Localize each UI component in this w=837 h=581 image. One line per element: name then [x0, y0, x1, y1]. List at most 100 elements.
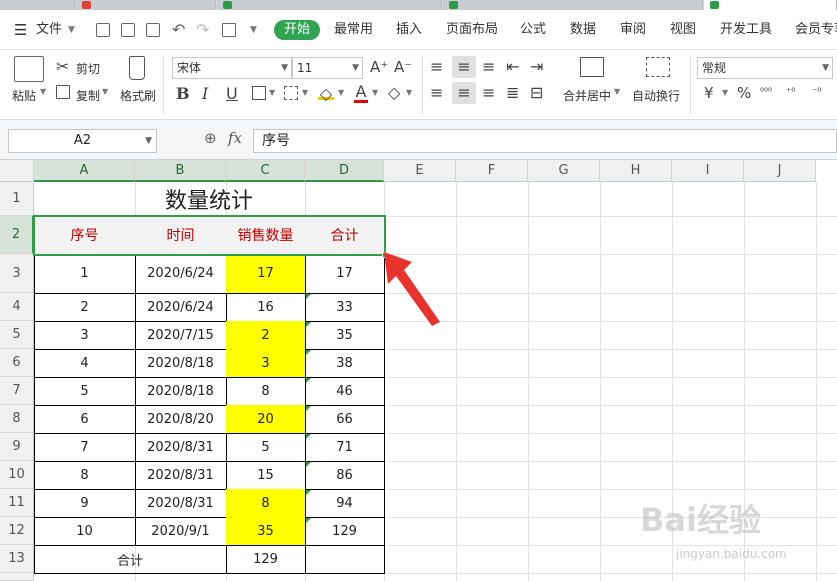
chevron-down-icon[interactable]: ▼	[302, 88, 308, 97]
table-cell[interactable]: 2020/6/24	[135, 293, 226, 321]
column-header-e[interactable]: E	[384, 160, 456, 182]
table-cell[interactable]: 6	[34, 405, 135, 433]
column-header-g[interactable]: G	[528, 160, 600, 182]
header-cell[interactable]: 销售数量	[226, 216, 305, 254]
bold-icon[interactable]: B	[176, 86, 190, 102]
align-top-icon[interactable]: ≡	[430, 59, 443, 75]
table-cell[interactable]: 46	[305, 377, 384, 405]
align-left-icon[interactable]: ≡	[430, 85, 443, 101]
table-cell[interactable]: 16	[226, 293, 305, 321]
row-header-5[interactable]: 5	[0, 321, 34, 349]
table-cell[interactable]: 7	[34, 433, 135, 461]
column-header-h[interactable]: H	[600, 160, 672, 182]
tab-page-layout[interactable]: 页面布局	[446, 21, 498, 39]
table-cell[interactable]: 9	[34, 489, 135, 517]
scissors-icon[interactable]: ✂	[56, 59, 69, 75]
row-header-6[interactable]: 6	[0, 349, 34, 377]
chevron-down-icon[interactable]: ▼	[614, 87, 620, 96]
increase-decimal-icon[interactable]: ⁺⁰	[786, 85, 795, 101]
table-cell[interactable]: 129	[305, 517, 384, 545]
table-cell[interactable]	[305, 545, 384, 573]
chevron-down-icon[interactable]: ▼	[102, 87, 108, 96]
total-value-cell[interactable]: 129	[226, 545, 305, 573]
error-indicator-icon[interactable]	[306, 322, 311, 327]
table-cell[interactable]: 2020/8/31	[135, 433, 226, 461]
table-cell[interactable]: 86	[305, 461, 384, 489]
table-cell[interactable]: 1	[34, 254, 135, 293]
table-cell[interactable]: 8	[226, 377, 305, 405]
table-cell[interactable]: 3	[226, 349, 305, 377]
tab-view[interactable]: 视图	[670, 21, 696, 39]
table-cell[interactable]: 15	[226, 461, 305, 489]
table-cell[interactable]: 33	[305, 293, 384, 321]
increase-font-icon[interactable]: A⁺	[370, 59, 388, 75]
eraser-icon[interactable]: ◇	[388, 85, 400, 101]
font-size-select[interactable]: 11 ▼	[292, 57, 363, 79]
decrease-font-icon[interactable]: A⁻	[394, 59, 412, 75]
row-header-11[interactable]: 11	[0, 489, 34, 517]
fx-icon[interactable]: fx	[228, 129, 242, 147]
justify-icon[interactable]: ≣	[506, 85, 519, 101]
percent-button[interactable]: %	[737, 85, 751, 101]
customize-toolbar-icon[interactable]: ▼	[250, 21, 257, 39]
cut-button[interactable]: 剪切	[76, 60, 100, 77]
sheet-title[interactable]: 数量统计	[34, 182, 384, 216]
table-cell[interactable]: 20	[226, 405, 305, 433]
open-folder-icon[interactable]	[222, 23, 236, 37]
chevron-down-icon[interactable]: ▼	[40, 87, 46, 96]
chevron-down-icon[interactable]: ▼	[406, 88, 412, 97]
table-cell[interactable]: 5	[226, 433, 305, 461]
fill-style-icon[interactable]	[284, 86, 298, 100]
error-indicator-icon[interactable]	[306, 294, 311, 299]
chevron-down-icon[interactable]: ▼	[372, 88, 378, 97]
table-cell[interactable]: 17	[305, 254, 384, 293]
error-indicator-icon[interactable]	[306, 350, 311, 355]
row-header-4[interactable]: 4	[0, 293, 34, 321]
number-format-select[interactable]: 常规 ▼	[697, 57, 833, 79]
align-right-icon[interactable]: ≡	[482, 85, 495, 101]
wrap-text-button[interactable]: 自动换行	[632, 87, 680, 104]
error-indicator-icon[interactable]	[306, 490, 311, 495]
table-cell[interactable]: 2020/8/18	[135, 349, 226, 377]
copy-icon[interactable]	[56, 85, 70, 99]
error-indicator-icon[interactable]	[306, 406, 311, 411]
error-indicator-icon[interactable]	[306, 434, 311, 439]
spreadsheet-grid[interactable]: ABCDEFGHIJ 1 2 3 4 5 6 7 8 9 10 11 12 13 数量统计 序号 时间 销售…	[0, 160, 837, 581]
row-header-10[interactable]: 10	[0, 461, 34, 489]
fill-color-icon[interactable]: ◇	[318, 86, 334, 102]
border-icon[interactable]	[252, 86, 266, 100]
font-name-select[interactable]: 宋体 ▼	[172, 57, 292, 79]
table-cell[interactable]: 2020/8/20	[135, 405, 226, 433]
row-header-7[interactable]: 7	[0, 377, 34, 405]
column-header-j[interactable]: J	[744, 160, 816, 182]
table-cell[interactable]: 38	[305, 349, 384, 377]
error-indicator-icon[interactable]	[306, 462, 311, 467]
italic-icon[interactable]: I	[202, 86, 208, 102]
document-tab[interactable]	[76, 0, 216, 10]
table-cell[interactable]: 35	[305, 321, 384, 349]
column-header-f[interactable]: F	[456, 160, 528, 182]
error-indicator-icon[interactable]	[306, 378, 311, 383]
chevron-down-icon[interactable]: ▼	[269, 88, 275, 97]
table-cell[interactable]: 2020/8/31	[135, 489, 226, 517]
table-cell[interactable]: 8	[226, 489, 305, 517]
row-header-9[interactable]: 9	[0, 433, 34, 461]
table-cell[interactable]: 2020/8/18	[135, 377, 226, 405]
copy-button[interactable]: 复制	[76, 87, 100, 104]
row-header-12[interactable]: 12	[0, 517, 34, 545]
table-cell[interactable]: 2	[226, 321, 305, 349]
tab-member[interactable]: 会员专享	[795, 21, 837, 39]
table-cell[interactable]: 2020/8/31	[135, 461, 226, 489]
chevron-down-icon[interactable]: ▼	[338, 88, 344, 97]
tab-developer[interactable]: 开发工具	[720, 21, 772, 39]
header-cell[interactable]: 时间	[135, 216, 226, 254]
tab-home[interactable]: 开始	[274, 20, 321, 40]
format-painter-icon[interactable]	[129, 56, 145, 80]
merge-center-icon[interactable]	[580, 57, 604, 77]
paste-button[interactable]: 粘贴	[12, 87, 36, 104]
print-preview-icon[interactable]	[146, 23, 160, 37]
chevron-down-icon[interactable]: ▼	[722, 88, 728, 97]
formula-input[interactable]: 序号	[253, 129, 837, 153]
table-cell[interactable]: 2020/7/15	[135, 321, 226, 349]
table-cell[interactable]: 35	[226, 517, 305, 545]
